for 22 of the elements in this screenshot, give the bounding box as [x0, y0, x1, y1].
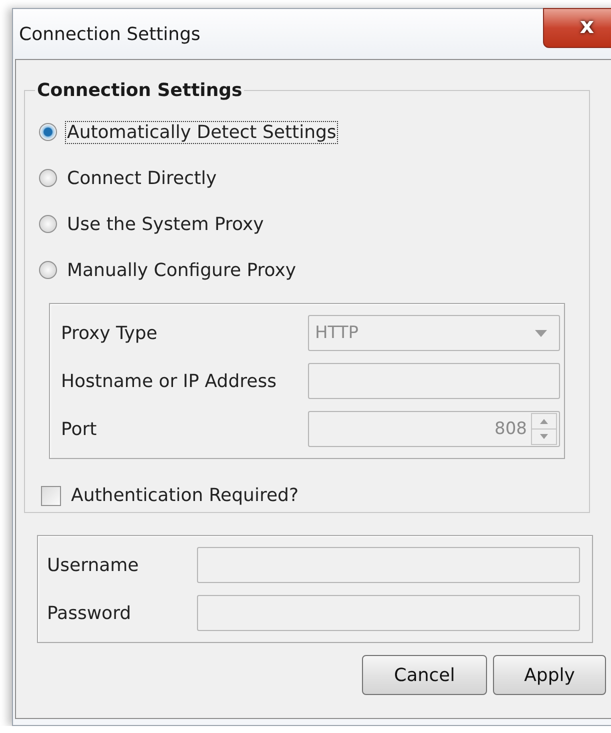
- apply-button[interactable]: Apply: [493, 655, 606, 695]
- window-title: Connection Settings: [19, 24, 200, 45]
- radio-label[interactable]: Use the System Proxy: [66, 214, 265, 234]
- cancel-button[interactable]: Cancel: [362, 655, 487, 695]
- radio-label[interactable]: Manually Configure Proxy: [66, 260, 298, 280]
- close-button[interactable]: x: [543, 8, 611, 48]
- field-label: Hostname or IP Address: [61, 370, 276, 392]
- radio-label[interactable]: Automatically Detect Settings: [66, 122, 338, 142]
- checkbox-label[interactable]: Authentication Required?: [71, 485, 299, 506]
- checkbox[interactable]: [41, 486, 61, 506]
- group-title: Connection Settings: [36, 80, 244, 101]
- field-label: Username: [47, 554, 139, 576]
- radio-button[interactable]: [39, 215, 57, 233]
- radio-button[interactable]: [39, 261, 57, 279]
- field-label: Proxy Type: [61, 322, 158, 344]
- field-label: Password: [47, 602, 132, 624]
- radio-button[interactable]: [39, 169, 57, 187]
- radio-label[interactable]: Connect Directly: [66, 168, 218, 188]
- radio-button[interactable]: [39, 123, 57, 141]
- field-label: Port: [61, 418, 97, 440]
- spinner-arrows-icon: [531, 413, 557, 445]
- caret-icon: [535, 330, 547, 336]
